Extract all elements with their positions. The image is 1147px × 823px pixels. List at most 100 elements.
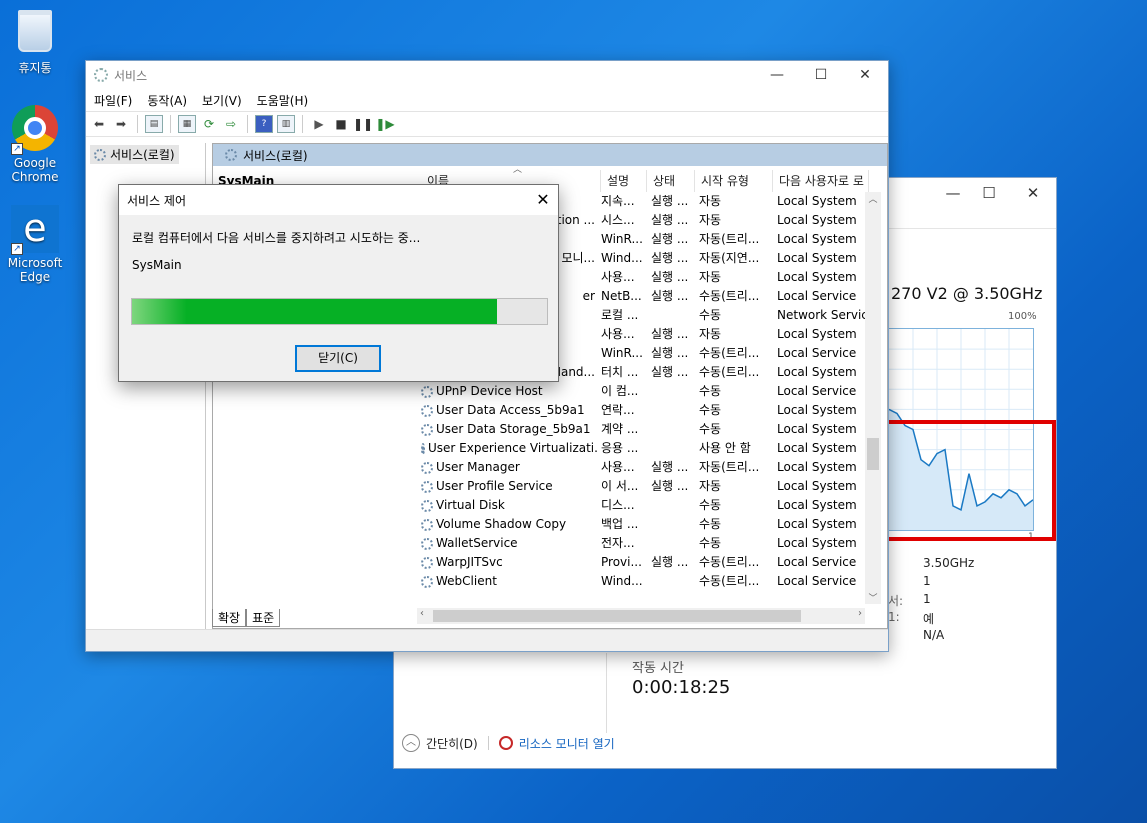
service-startup-type: 사용 안 함 <box>699 441 751 455</box>
service-startup-type: 수동 <box>699 384 722 398</box>
service-log-on-as: Local System <box>777 251 857 265</box>
maximize-button[interactable]: ☐ <box>798 61 844 89</box>
table-row[interactable]: User Data Access_5b9a1 연락... 수동 Local Syste… <box>417 401 865 420</box>
uptime-value: 0:00:18:25 <box>632 677 731 698</box>
tree-item-services-local[interactable]: 서비스(로컬) <box>90 145 179 164</box>
service-description: 지속... <box>601 194 635 208</box>
table-row[interactable]: WebClient Wind... 수동(트리... Local Service <box>417 572 865 591</box>
close-button[interactable]: ✕ <box>1016 182 1050 204</box>
service-status: 실행 ... <box>651 232 689 246</box>
desktop-icon-edge[interactable]: e ↗ Microsoft Edge <box>0 205 70 284</box>
maximize-button[interactable]: ☐ <box>972 182 1006 204</box>
service-startup-type: 수동 <box>699 308 722 322</box>
service-startup-type: 수동(트리... <box>699 574 760 588</box>
service-description: 디스... <box>601 498 635 512</box>
horizontal-scrollbar[interactable]: ‹ › <box>417 608 865 624</box>
services-gear-icon <box>94 68 108 82</box>
table-row[interactable]: WalletService 전자... 수동 Local System <box>417 534 865 553</box>
table-row[interactable]: User Profile Service 이 서... 실행 ... 자동 Local … <box>417 477 865 496</box>
toolbar: ⬅ ➡ ▤ ▦ ⟳ ⇨ ? ▥ ▶ ■ ❚❚ ❚▶ <box>86 111 888 137</box>
uptime-label: 작동 시간 <box>632 661 684 676</box>
table-row[interactable]: User Manager 사용... 실행 ... 자동(트리... Local Sys… <box>417 458 865 477</box>
table-row[interactable]: User Data Storage_5b9a1 계약 ... 수동 Local Sys… <box>417 420 865 439</box>
back-arrow-icon[interactable]: ⬅ <box>90 115 108 133</box>
column-header-startup-type[interactable]: 시작 유형 <box>695 170 773 192</box>
service-startup-type: 자동 <box>699 327 722 341</box>
tab-extended[interactable]: 확장 <box>212 609 247 627</box>
service-name: WarpJITSvc <box>436 555 503 569</box>
show-hide-pane-icon[interactable]: ▥ <box>277 115 295 133</box>
scroll-thumb[interactable] <box>867 438 879 470</box>
menu-view[interactable]: 보기(V) <box>202 92 242 109</box>
service-gear-icon <box>421 556 433 569</box>
service-log-on-as: Local System <box>777 270 857 284</box>
service-gear-icon <box>421 575 433 588</box>
service-log-on-as: Local System <box>777 441 857 455</box>
dialog-title: 서비스 제어 <box>127 193 187 208</box>
table-row[interactable]: WarpJITSvc Provi... 실행 ... 수동(트리... Local Se… <box>417 553 865 572</box>
service-name: User Manager <box>436 460 520 474</box>
service-log-on-as: Local System <box>777 536 857 550</box>
divider <box>606 653 607 733</box>
close-icon[interactable]: ✕ <box>528 185 558 215</box>
service-log-on-as: Local Service <box>777 289 857 303</box>
fewer-details-link[interactable]: 간단히(D) <box>426 735 478 752</box>
service-description: Wind... <box>601 251 643 265</box>
service-startup-type: 자동(트리... <box>699 232 760 246</box>
scroll-down-icon[interactable]: ﹀ <box>865 591 881 604</box>
service-status: 실행 ... <box>651 213 689 227</box>
pause-service-icon[interactable]: ❚❚ <box>353 115 373 133</box>
restart-service-icon[interactable]: ❚▶ <box>375 115 394 133</box>
column-header-log-on-as[interactable]: 다음 사용자로 로 <box>773 170 869 192</box>
properties-icon[interactable]: ▦ <box>178 115 196 133</box>
minimize-button[interactable]: — <box>754 61 800 89</box>
desktop-icon-chrome[interactable]: ↗ Google Chrome <box>0 105 70 184</box>
chevron-up-icon[interactable]: ︿ <box>402 734 420 752</box>
minimize-button[interactable]: — <box>936 182 970 204</box>
desktop-icon-label: 휴지통 <box>18 61 52 75</box>
column-header-description[interactable]: 설명 <box>601 170 647 192</box>
column-header-status[interactable]: 상태 <box>647 170 695 192</box>
table-row[interactable]: UPnP Device Host 이 컴... 수동 Local Service <box>417 382 865 401</box>
stop-service-icon[interactable]: ■ <box>332 115 350 133</box>
service-name-cell: User Manager <box>421 458 599 477</box>
menu-file[interactable]: 파일(F) <box>94 92 132 109</box>
vertical-scrollbar[interactable]: ︿ ﹀ <box>865 192 881 604</box>
service-name: User Experience Virtualizati... <box>428 441 599 455</box>
pane-header: 서비스(로컬) <box>213 144 887 166</box>
menu-help[interactable]: 도움말(H) <box>257 92 309 109</box>
progress-fill <box>132 299 498 324</box>
service-description: 이 서... <box>601 479 639 493</box>
help-icon[interactable]: ? <box>255 115 273 133</box>
sort-up-icon: ︿ <box>513 165 523 175</box>
service-startup-type: 수동 <box>699 517 722 531</box>
scroll-left-icon[interactable]: ‹ <box>420 608 424 619</box>
service-gear-icon <box>421 461 433 474</box>
close-button[interactable]: ✕ <box>842 61 888 89</box>
divider <box>302 115 303 133</box>
pane-header-label: 서비스(로컬) <box>243 148 308 163</box>
open-resource-monitor-link[interactable]: 리소스 모니터 열기 <box>519 735 615 752</box>
console-tree-icon[interactable]: ▤ <box>145 115 163 133</box>
service-log-on-as: Local Service <box>777 574 857 588</box>
scroll-right-icon[interactable]: › <box>858 608 862 619</box>
service-name-cell: User Data Storage_5b9a1 <box>421 420 599 439</box>
service-gear-icon <box>421 442 425 455</box>
export-list-icon[interactable]: ⇨ <box>222 115 240 133</box>
tab-standard[interactable]: 표준 <box>246 609 281 627</box>
table-row[interactable]: User Experience Virtualizati... 응용 ... 사용 … <box>417 439 865 458</box>
forward-arrow-icon[interactable]: ➡ <box>112 115 130 133</box>
desktop-icon-recycle-bin[interactable]: 휴지통 <box>0 6 70 75</box>
scroll-up-icon[interactable]: ︿ <box>865 192 881 205</box>
start-service-icon[interactable]: ▶ <box>310 115 328 133</box>
menu-action[interactable]: 동작(A) <box>147 92 187 109</box>
shortcut-arrow-icon: ↗ <box>11 243 23 255</box>
service-description: 계약 ... <box>601 422 639 436</box>
refresh-icon[interactable]: ⟳ <box>200 115 218 133</box>
service-status: 실행 ... <box>651 251 689 265</box>
scroll-thumb[interactable] <box>433 610 801 622</box>
cpu-stat-value: 1 <box>923 574 931 588</box>
table-row[interactable]: Virtual Disk 디스... 수동 Local System <box>417 496 865 515</box>
table-row[interactable]: Volume Shadow Copy 백업 ... 수동 Local System <box>417 515 865 534</box>
close-button[interactable]: 닫기(C) <box>295 345 381 372</box>
